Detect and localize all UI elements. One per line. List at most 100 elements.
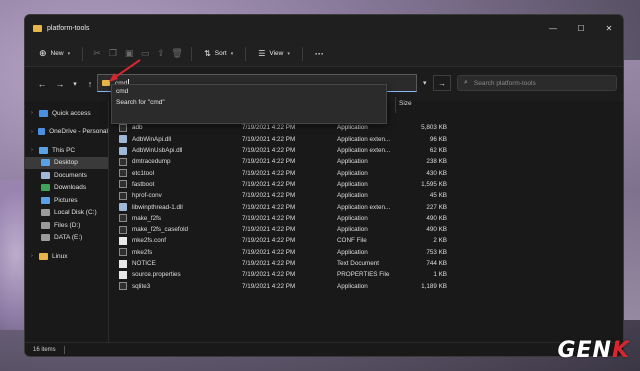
file-row[interactable]: NOTICE 7/19/2021 4:22 PM Text Document 744 … — [109, 258, 623, 269]
file-row[interactable]: AdbWinUsbApi.dll 7/19/2021 4:22 PM Applica… — [109, 145, 623, 156]
view-label: View — [269, 50, 284, 57]
maximize-button[interactable]: ☐ — [567, 15, 595, 41]
chevron-down-icon: ▾ — [287, 50, 290, 57]
file-row[interactable]: fastboot 7/19/2021 4:22 PM Application 1,59… — [109, 179, 623, 190]
window-title: platform-tools — [47, 24, 90, 32]
file-date-modified: 7/19/2021 4:22 PM — [242, 203, 296, 211]
file-type: CONF File — [337, 237, 367, 245]
file-row[interactable]: dmtracedump 7/19/2021 4:22 PM Application 2… — [109, 156, 623, 167]
back-arrow-icon[interactable]: ← — [33, 79, 51, 89]
sidebar-item[interactable]: › Linux — [25, 250, 108, 263]
sidebar-item[interactable]: Desktop — [25, 156, 108, 169]
file-list: Size systrace10/29/2021 5:07 PMFile fold… — [109, 97, 623, 342]
file-type: Application — [337, 226, 368, 234]
file-row[interactable]: AdbWinApi.dll 7/19/2021 4:22 PM Applicatio… — [109, 134, 623, 145]
file-name: AdbWinApi.dll — [132, 135, 172, 143]
sidebar-item[interactable]: Files (D:) — [25, 219, 108, 232]
drive-icon — [41, 209, 50, 217]
sidebar-item[interactable]: Local Disk (C:) — [25, 207, 108, 220]
chevron-down-icon: ▾ — [230, 50, 234, 57]
file-size: 753 KB — [426, 248, 447, 256]
sidebar-item[interactable]: › Quick access — [25, 107, 108, 120]
expand-chevron-icon[interactable]: › — [31, 147, 39, 153]
file-row[interactable]: hprof-conv 7/19/2021 4:22 PM Application 45… — [109, 190, 623, 201]
genk-watermark: GENK — [557, 338, 630, 363]
minimize-button[interactable]: — — [539, 15, 567, 41]
status-bar: 16 items — [25, 342, 623, 356]
folder-icon — [33, 24, 42, 32]
file-date-modified: 7/19/2021 4:22 PM — [242, 169, 296, 177]
search-box[interactable]: ⌕ Search platform-tools — [457, 75, 617, 91]
drive-icon — [41, 221, 50, 229]
window-controls: — ☐ ✕ — [539, 15, 623, 41]
file-size: 96 KB — [429, 135, 447, 143]
file-row[interactable]: etc1tool 7/19/2021 4:22 PM Application 430 … — [109, 167, 623, 178]
close-button[interactable]: ✕ — [595, 15, 623, 41]
file-icon — [119, 259, 127, 268]
column-header-size[interactable]: Size — [399, 100, 412, 107]
file-row[interactable]: mke2fs.conf 7/19/2021 4:22 PM CONF File 2 K… — [109, 235, 623, 246]
new-button[interactable]: ⊕ New ▾ — [33, 45, 76, 63]
recent-chevron-icon[interactable]: ▾ — [69, 80, 81, 88]
file-date-modified: 7/19/2021 4:22 PM — [242, 260, 296, 267]
drive-icon — [41, 234, 50, 242]
autocomplete-item[interactable]: cmd — [112, 85, 386, 96]
expand-chevron-icon[interactable]: › — [31, 129, 38, 135]
file-size: 62 KB — [429, 147, 447, 155]
sidebar-item-label: Pictures — [54, 196, 78, 204]
file-name: mke2fs — [132, 248, 153, 256]
search-placeholder: Search platform-tools — [473, 79, 536, 87]
divider — [245, 46, 247, 61]
file-icon — [119, 270, 127, 279]
go-arrow-icon[interactable]: → — [433, 75, 451, 91]
file-size: 227 KB — [426, 203, 447, 211]
file-name: adb — [132, 124, 143, 132]
file-type: Application — [337, 124, 368, 132]
file-date-modified: 7/19/2021 4:22 PM — [242, 271, 296, 279]
sidebar-item[interactable]: DATA (E:) — [25, 232, 108, 245]
file-name: libwinpthread-1.dll — [132, 203, 183, 211]
dll-icon — [119, 203, 127, 212]
file-row[interactable]: make_f2fs_casefold 7/19/2021 4:22 PM Appli… — [109, 224, 623, 235]
share-icon[interactable]: ⇪ — [153, 45, 169, 63]
item-count: 16 items — [33, 346, 56, 353]
sidebar-item[interactable]: › This PC — [25, 144, 108, 157]
more-options-button[interactable]: ··· — [309, 45, 330, 63]
expand-chevron-icon[interactable]: › — [31, 253, 39, 259]
forward-arrow-icon[interactable]: → — [51, 79, 69, 89]
exe-icon — [119, 282, 127, 291]
file-size: 1,595 KB — [421, 180, 447, 188]
file-row[interactable]: make_f2fs 7/19/2021 4:22 PM Application 490… — [109, 213, 623, 224]
cut-icon[interactable]: ✂ — [89, 45, 105, 63]
sidebar-item[interactable]: Documents — [25, 169, 108, 182]
file-date-modified: 7/19/2021 4:22 PM — [242, 237, 296, 245]
file-type: Application exten... — [337, 135, 391, 143]
sidebar-item-label: Linux — [52, 252, 68, 260]
file-row[interactable]: mke2fs 7/19/2021 4:22 PM Application 753 KB — [109, 247, 623, 258]
file-name: sqlite3 — [132, 282, 151, 290]
file-row[interactable]: sqlite3 7/19/2021 4:22 PM Application 1,189… — [109, 280, 623, 291]
delete-icon[interactable]: 🗑 — [169, 45, 185, 63]
sidebar-item[interactable]: › OneDrive - Personal — [25, 126, 108, 139]
file-row[interactable]: source.properties 7/19/2021 4:22 PM PROPER… — [109, 269, 623, 280]
sidebar-item[interactable]: Downloads — [25, 182, 108, 195]
address-history-chevron-icon[interactable]: ▾ — [423, 79, 427, 87]
divider — [191, 46, 193, 61]
view-button[interactable]: ☰ View ▾ — [252, 45, 296, 63]
new-label: New — [50, 50, 64, 57]
sidebar-item[interactable]: Pictures — [25, 194, 108, 207]
exe-icon — [119, 180, 127, 189]
file-size: 744 KB — [426, 260, 447, 267]
expand-chevron-icon[interactable]: › — [31, 110, 39, 116]
divider — [63, 345, 65, 354]
file-name: etc1tool — [132, 169, 155, 177]
watermark-logo: GENK — [557, 338, 630, 363]
file-name: make_f2fs_casefold — [132, 226, 189, 234]
autocomplete-item[interactable]: Search for "cmd" — [112, 96, 386, 107]
file-size: 238 KB — [426, 158, 447, 166]
plus-circle-icon: ⊕ — [39, 48, 47, 58]
file-type: Application — [337, 180, 368, 188]
exe-icon — [119, 191, 127, 200]
file-row[interactable]: libwinpthread-1.dll 7/19/2021 4:22 PM Appl… — [109, 201, 623, 212]
sort-button[interactable]: ⇅ Sort ▾ — [198, 45, 239, 63]
